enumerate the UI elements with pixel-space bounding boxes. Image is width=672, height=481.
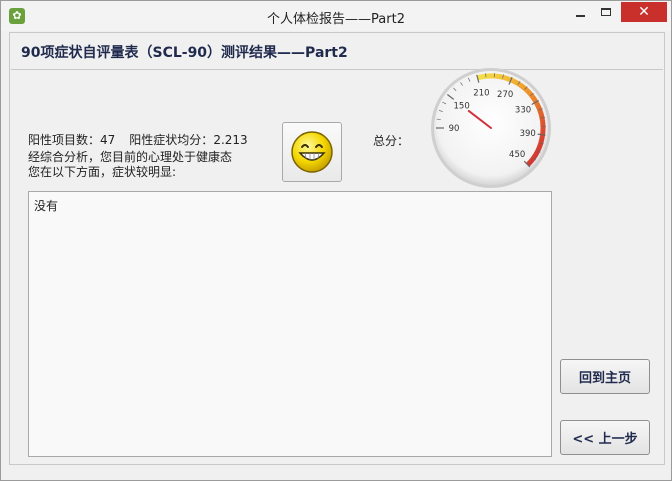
smiley-face-icon xyxy=(291,131,333,173)
mood-indicator[interactable] xyxy=(282,122,342,182)
gauge-tick-label: 210 xyxy=(473,88,489,98)
positive-avg-value: 2.213 xyxy=(213,133,248,147)
home-button[interactable]: 回到主页 xyxy=(560,359,650,394)
total-score-label: 总分： xyxy=(373,134,410,148)
positive-stats: 阳性项目数：47 阳性症状均分：2.213 xyxy=(28,131,248,148)
symptom-result-text: 没有 xyxy=(34,199,59,213)
maximize-button[interactable] xyxy=(593,2,619,22)
positive-count-value: 47 xyxy=(100,133,116,147)
gauge-tick-label: 450 xyxy=(509,150,525,160)
positive-avg-label: 阳性症状均分： xyxy=(129,133,214,147)
close-icon: ✕ xyxy=(638,4,650,20)
report-title: 90项症状自评量表（SCL-90）测评结果——Part2 xyxy=(21,45,348,61)
app-window: ✿ 个人体检报告——Part2 ✕ 90项症状自评量表（SCL-90）测评结果—… xyxy=(0,0,672,481)
gauge-tick-label: 390 xyxy=(520,129,536,139)
minimize-button[interactable] xyxy=(567,2,593,22)
maximize-icon xyxy=(601,8,611,16)
symptom-result-area[interactable]: 没有 xyxy=(28,191,552,457)
positive-count-label: 阳性项目数： xyxy=(28,133,101,147)
title-bar[interactable]: ✿ 个人体检报告——Part2 ✕ xyxy=(1,1,671,31)
gauge-tick-label: 90 xyxy=(449,124,460,134)
total-score-gauge: 90150210 270330390450 xyxy=(431,68,551,188)
gauge-tick-label: 150 xyxy=(454,101,470,111)
gauge-tick-label: 270 xyxy=(497,90,513,100)
gauge-tick-label: 330 xyxy=(515,106,531,116)
minimize-icon xyxy=(575,15,585,17)
symptom-intro: 您在以下方面，症状较明显: xyxy=(28,165,177,179)
report-header: 90项症状自评量表（SCL-90）测评结果——Part2 xyxy=(11,34,663,70)
previous-step-button[interactable]: << 上一步 xyxy=(560,420,650,455)
report-panel: 90项症状自评量表（SCL-90）测评结果——Part2 阳性项目数：47 阳性症… xyxy=(9,32,665,465)
close-button[interactable]: ✕ xyxy=(621,2,667,22)
